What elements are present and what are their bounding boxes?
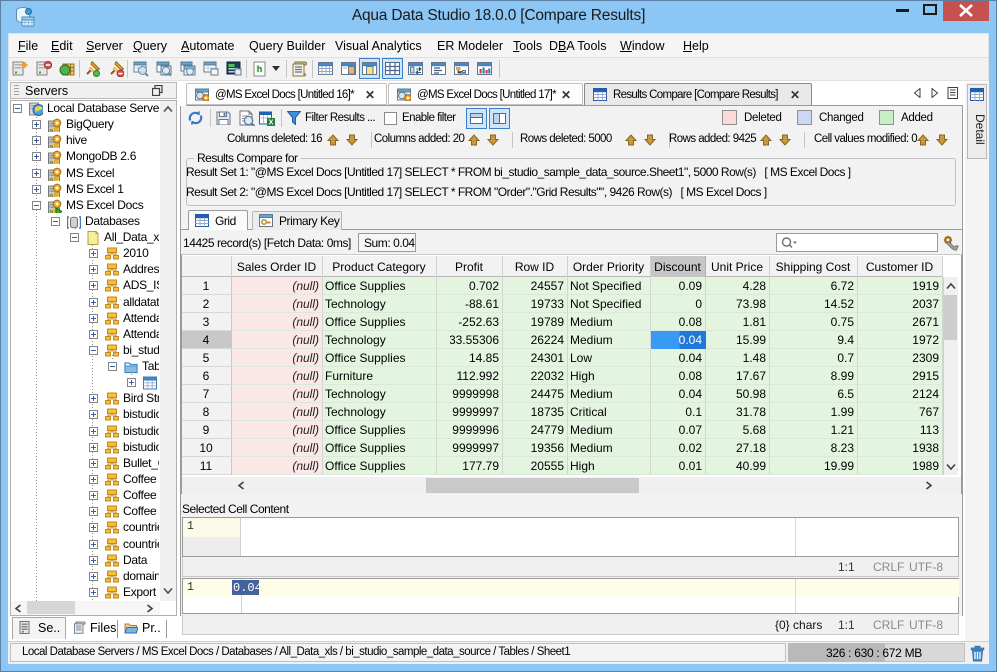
svg-text:h: h: [257, 64, 263, 74]
svg-text:X: X: [268, 118, 273, 127]
